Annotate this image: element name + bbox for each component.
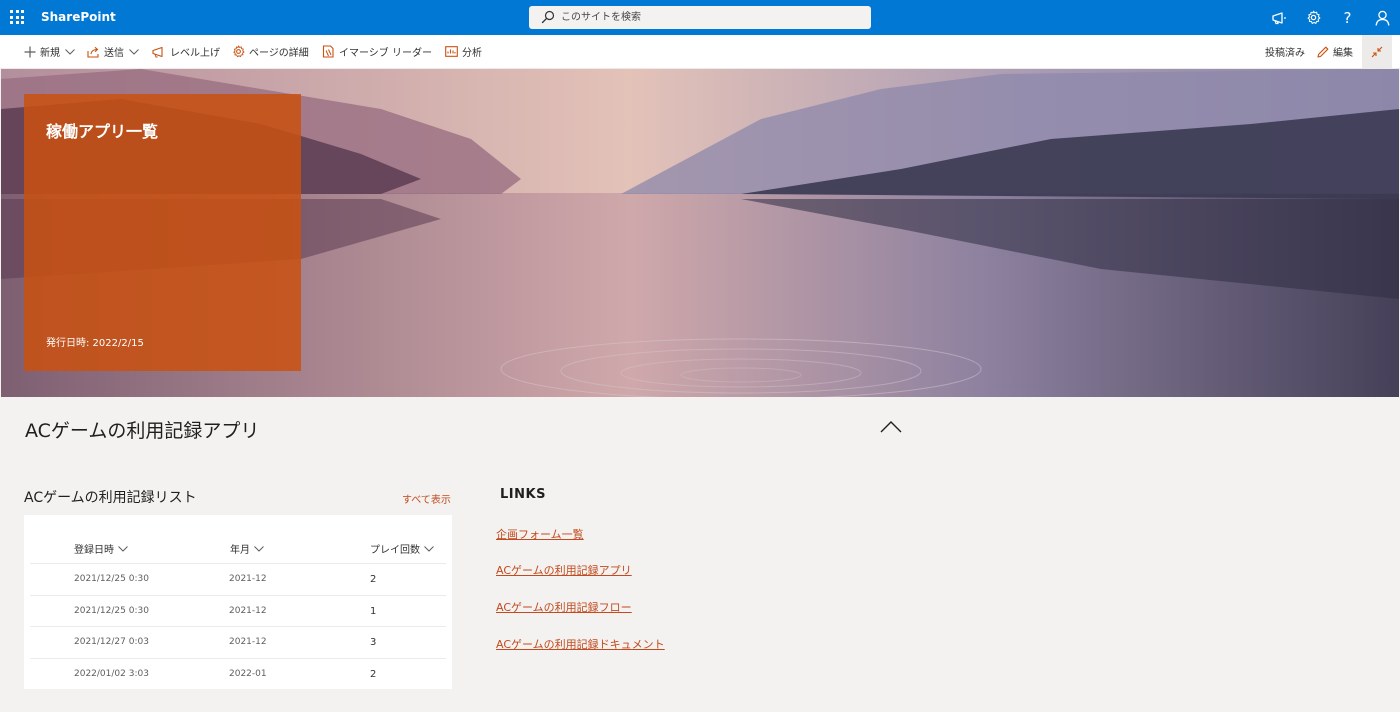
suite-bar: SharePoint ? — [0, 0, 1400, 35]
published-status: 投稿済み — [1265, 35, 1305, 68]
site-search-box[interactable] — [529, 6, 871, 29]
link-item[interactable]: 企画フォーム一覧 — [496, 526, 584, 542]
table-row[interactable]: 2022/01/02 3:03 2022-01 2 — [30, 659, 446, 691]
edit-button[interactable]: 編集 — [1317, 35, 1353, 68]
immersive-reader-icon — [322, 45, 334, 58]
megaphone-icon — [152, 46, 163, 57]
edit-label: 編集 — [1333, 48, 1353, 59]
column-header-label: プレイ回数 — [370, 545, 420, 556]
column-header-registered-at[interactable]: 登録日時 — [74, 541, 128, 556]
chevron-down-icon — [118, 545, 128, 552]
cell-year-month: 2021-12 — [229, 605, 267, 616]
page-title: 稼働アプリ一覧 — [46, 122, 159, 141]
app-launcher-icon[interactable] — [10, 10, 24, 24]
cell-registered-at: 2021/12/27 0:03 — [74, 637, 149, 647]
analytics-icon — [445, 46, 458, 57]
pencil-icon — [1317, 46, 1329, 58]
gear-icon[interactable] — [1304, 8, 1323, 27]
account-icon[interactable] — [1373, 8, 1392, 27]
hero-title-card: 稼働アプリ一覧 発行日時: 2022/2/15 — [24, 94, 301, 371]
hero-banner: 稼働アプリ一覧 発行日時: 2022/2/15 — [1, 69, 1399, 397]
section-title: ACゲームの利用記録アプリ — [25, 420, 260, 442]
promote-button[interactable]: レベル上げ — [152, 35, 220, 68]
cell-year-month: 2022-01 — [229, 668, 267, 679]
cell-play-count: 3 — [370, 637, 377, 648]
immersive-reader-button[interactable]: イマーシブ リーダー — [322, 35, 432, 68]
column-header-year-month[interactable]: 年月 — [230, 541, 264, 556]
search-input[interactable] — [561, 8, 861, 27]
link-item[interactable]: ACゲームの利用記録アプリ — [496, 562, 632, 578]
collapse-button[interactable] — [1362, 35, 1392, 68]
link-item[interactable]: ACゲームの利用記録ドキュメント — [496, 636, 665, 652]
list-view: 登録日時 年月 プレイ回数 2021/12/25 0:30 2021-12 2 … — [24, 515, 452, 689]
command-bar: 新規 送信 レベル上げ ページの詳細 イマーシブ リーダー 分析 投稿済み 編集 — [0, 35, 1400, 69]
table-row[interactable]: 2021/12/27 0:03 2021-12 3 — [30, 627, 446, 659]
table-row[interactable]: 2021/12/25 0:30 2021-12 1 — [30, 596, 446, 627]
see-all-link[interactable]: すべて表示 — [402, 491, 451, 506]
plus-icon — [24, 46, 36, 57]
cell-registered-at: 2021/12/25 0:30 — [74, 574, 149, 584]
chevron-down-icon — [254, 545, 264, 552]
send-button[interactable]: 送信 — [87, 35, 139, 68]
published-date: 発行日時: 2022/2/15 — [46, 338, 144, 349]
column-header-play-count[interactable]: プレイ回数 — [370, 541, 434, 556]
help-icon[interactable]: ? — [1338, 8, 1357, 27]
cell-play-count: 2 — [370, 574, 377, 585]
chevron-down-icon — [129, 48, 139, 55]
page-details-label: ページの詳細 — [249, 48, 309, 59]
published-label: 投稿済み — [1265, 48, 1305, 59]
brand-name[interactable]: SharePoint — [41, 10, 116, 24]
new-button[interactable]: 新規 — [24, 35, 75, 68]
cell-year-month: 2021-12 — [229, 637, 267, 647]
chevron-down-icon — [424, 545, 434, 552]
chevron-up-icon[interactable] — [878, 419, 904, 435]
cell-play-count: 2 — [370, 668, 377, 680]
cell-year-month: 2021-12 — [229, 574, 267, 584]
collapse-icon — [1371, 46, 1383, 57]
list-title: ACゲームの利用記録リスト — [24, 490, 197, 506]
links-title: LINKS — [500, 487, 546, 502]
share-icon — [87, 46, 99, 58]
list-header-row: 登録日時 年月 プレイ回数 — [30, 532, 446, 564]
search-icon — [541, 10, 555, 24]
link-item[interactable]: ACゲームの利用記録フロー — [496, 599, 632, 615]
table-row[interactable]: 2021/12/25 0:30 2021-12 2 — [30, 564, 446, 596]
column-header-label: 年月 — [230, 545, 250, 556]
send-label: 送信 — [104, 48, 124, 59]
chevron-down-icon — [65, 48, 75, 55]
analytics-button[interactable]: 分析 — [445, 35, 482, 68]
analytics-label: 分析 — [462, 48, 482, 59]
cell-play-count: 1 — [370, 605, 377, 617]
page-details-button[interactable]: ページの詳細 — [232, 35, 309, 68]
new-label: 新規 — [40, 48, 60, 59]
promote-label: レベル上げ — [170, 48, 220, 59]
column-header-label: 登録日時 — [74, 545, 114, 556]
gear-icon — [233, 45, 245, 58]
immersive-reader-label: イマーシブ リーダー — [339, 48, 432, 59]
cell-registered-at: 2021/12/25 0:30 — [74, 605, 149, 616]
cell-registered-at: 2022/01/02 3:03 — [74, 668, 149, 679]
megaphone-icon[interactable] — [1269, 8, 1288, 27]
